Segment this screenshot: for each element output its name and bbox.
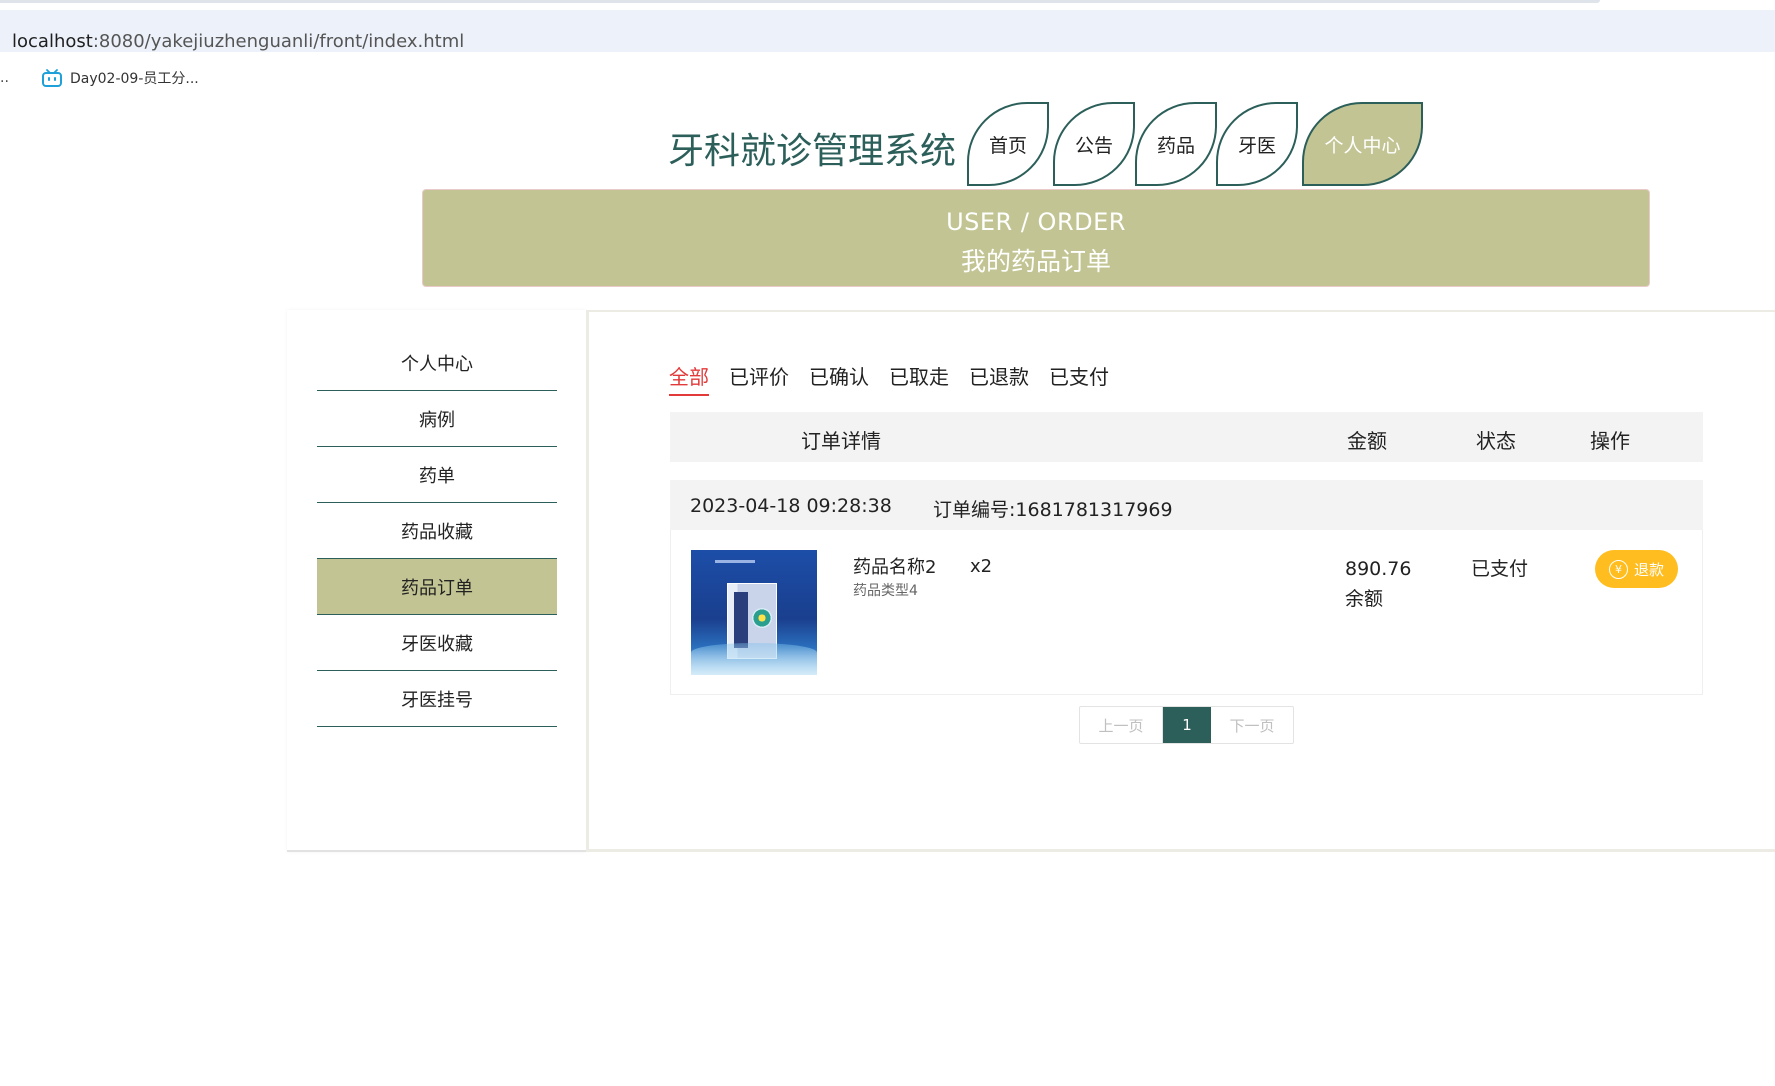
page-banner: USER / ORDER 我的药品订单 bbox=[422, 189, 1650, 287]
yen-icon: ¥ bbox=[1608, 559, 1628, 579]
refund-label: 退款 bbox=[1633, 560, 1664, 579]
sidebar-item-medicine-orders[interactable]: 药品订单 bbox=[317, 559, 557, 615]
tab-picked-up[interactable]: 已取走 bbox=[889, 361, 949, 396]
sidebar-item-prescription[interactable]: 药单 bbox=[317, 447, 557, 503]
order-status-tabs: 全部 已评价 已确认 已取走 已退款 已支付 bbox=[669, 361, 1109, 396]
bilibili-tv-icon bbox=[42, 69, 62, 87]
bookmarks-bar bbox=[0, 52, 1775, 104]
nav-home[interactable]: 首页 bbox=[967, 102, 1049, 186]
header-action: 操作 bbox=[1590, 429, 1630, 453]
next-page-button[interactable]: 下一页 bbox=[1211, 707, 1293, 743]
sidebar-item-medicine-favorites[interactable]: 药品收藏 bbox=[317, 503, 557, 559]
sidebar-item-dentist-favorites[interactable]: 牙医收藏 bbox=[317, 615, 557, 671]
product-type: 药品类型4 bbox=[853, 583, 918, 599]
order-table-header: 订单详情 金额 状态 操作 bbox=[670, 412, 1703, 462]
order-number: 订单编号:1681781317969 bbox=[933, 499, 1173, 521]
order-time: 2023-04-18 09:28:38 bbox=[690, 495, 892, 517]
pagination: 上一页 1 下一页 bbox=[1079, 706, 1294, 744]
browser-top-strip bbox=[0, 0, 1775, 10]
package-disc bbox=[752, 608, 772, 628]
tab-reviewed[interactable]: 已评价 bbox=[729, 361, 789, 396]
banner-title-cn: 我的药品订单 bbox=[960, 247, 1111, 276]
url-text[interactable]: localhost:8080/yakejiuzhenguanli/front/i… bbox=[12, 31, 464, 52]
order-info-row: 2023-04-18 09:28:38 订单编号:1681781317969 bbox=[670, 480, 1703, 530]
order-status: 已支付 bbox=[1471, 558, 1529, 580]
url-host: localhost bbox=[12, 31, 93, 52]
address-bar[interactable]: localhost:8080/yakejiuzhenguanli/front/i… bbox=[0, 10, 1775, 52]
product-quantity: x2 bbox=[970, 556, 993, 577]
page-number-1[interactable]: 1 bbox=[1163, 707, 1211, 743]
bookmark-overflow[interactable]: .. bbox=[0, 70, 9, 86]
nav-medicine[interactable]: 药品 bbox=[1135, 102, 1217, 186]
nav-announcement[interactable]: 公告 bbox=[1053, 102, 1135, 186]
tab-all[interactable]: 全部 bbox=[669, 361, 709, 396]
tab-edge bbox=[0, 0, 1600, 3]
sidebar-item-personal-center[interactable]: 个人中心 bbox=[317, 335, 557, 391]
tab-refunded[interactable]: 已退款 bbox=[969, 361, 1029, 396]
sidebar-item-dentist-registration[interactable]: 牙医挂号 bbox=[317, 671, 557, 727]
pay-method: 余额 bbox=[1345, 588, 1384, 610]
prev-page-button[interactable]: 上一页 bbox=[1080, 707, 1163, 743]
product-image[interactable] bbox=[691, 550, 817, 675]
refund-button[interactable]: ¥ 退款 bbox=[1595, 550, 1678, 588]
header-order-detail: 订单详情 bbox=[801, 429, 881, 453]
sidebar-item-case[interactable]: 病例 bbox=[317, 391, 557, 447]
bookmark-label: Day02-09-员工分... bbox=[70, 71, 199, 87]
order-item-row: 药品名称2 药品类型4 x2 890.76 余额 已支付 ¥ 退款 bbox=[670, 530, 1703, 695]
sidebar: 个人中心 病例 药单 药品收藏 药品订单 牙医收藏 牙医挂号 bbox=[287, 310, 586, 852]
nav-dentist[interactable]: 牙医 bbox=[1216, 102, 1298, 186]
url-path: :8080/yakejiuzhenguanli/front/index.html bbox=[92, 31, 465, 52]
tab-confirmed[interactable]: 已确认 bbox=[809, 361, 869, 396]
header-amount: 金额 bbox=[1347, 429, 1387, 453]
nav-personal-center[interactable]: 个人中心 bbox=[1302, 102, 1423, 186]
header-status: 状态 bbox=[1476, 429, 1516, 453]
product-water-splash bbox=[691, 643, 817, 675]
order-amount: 890.76 余额 bbox=[1345, 554, 1411, 614]
product-name[interactable]: 药品名称2 bbox=[853, 553, 936, 579]
product-image-label bbox=[715, 560, 755, 563]
site-title: 牙科就诊管理系统 bbox=[668, 131, 957, 172]
amount-value: 890.76 bbox=[1345, 558, 1412, 580]
tab-paid[interactable]: 已支付 bbox=[1049, 361, 1109, 396]
package-stripe bbox=[734, 592, 748, 648]
bookmark-item[interactable]: Day02-09-员工分... bbox=[42, 67, 199, 89]
banner-title-en: USER / ORDER bbox=[946, 208, 1126, 236]
